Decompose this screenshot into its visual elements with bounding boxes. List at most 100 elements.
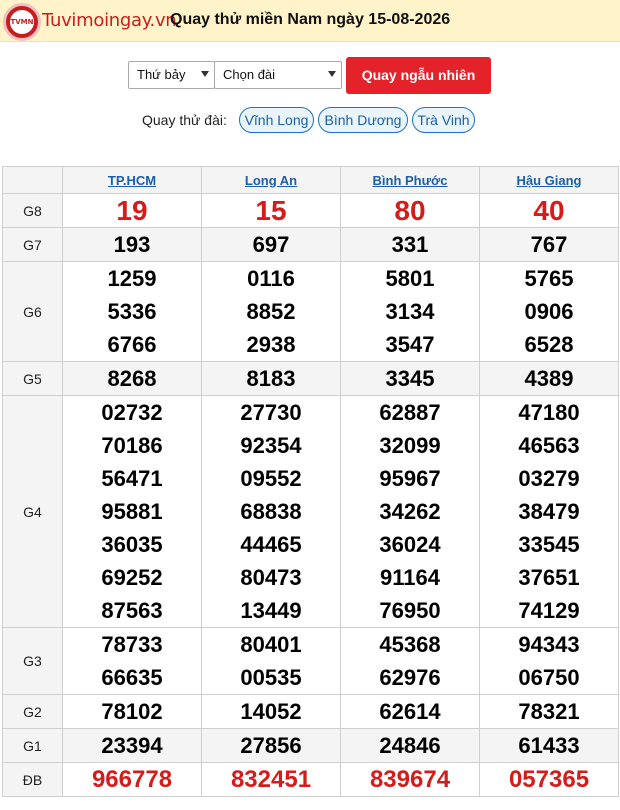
result-number: 057365 — [508, 766, 590, 793]
result-cell: 3345 — [340, 361, 480, 396]
result-number: 62887 — [379, 400, 441, 425]
result-number: 74129 — [518, 598, 580, 623]
station-select[interactable]: Chọn đài — [214, 61, 342, 89]
logo-text[interactable]: Tuvimoingay.vn — [42, 10, 177, 31]
result-number: 09552 — [240, 466, 302, 491]
result-number: 24846 — [379, 733, 441, 758]
result-number: 23394 — [101, 733, 163, 758]
result-number: 8183 — [246, 366, 296, 391]
result-number: 6766 — [107, 332, 157, 357]
table-row: G7 193 697 331 767 — [2, 227, 619, 262]
result-number: 36024 — [379, 532, 441, 557]
result-number: 32099 — [379, 433, 441, 458]
result-number: 06750 — [518, 665, 580, 690]
table-row: G1 23394 27856 24846 61433 — [2, 728, 619, 763]
column-header: Hậu Giang — [479, 166, 619, 194]
result-cell: 02732 70186 56471 95881 36035 69252 87563 — [62, 395, 202, 628]
result-number: 47180 — [518, 400, 580, 425]
result-number: 80401 — [240, 632, 302, 657]
result-cell: 0116 8852 2938 — [201, 261, 341, 362]
result-number: 5801 — [385, 266, 435, 291]
result-number: 80 — [394, 195, 426, 226]
site-header: TVMN Tuvimoingay.vn Quay thử miền Nam ng… — [0, 0, 620, 42]
prize-label: ĐB — [2, 762, 63, 797]
result-number: 13449 — [240, 598, 302, 623]
prize-label: G1 — [2, 728, 63, 763]
result-number: 56471 — [101, 466, 163, 491]
prize-label: G4 — [2, 395, 63, 628]
result-cell: 62887 32099 95967 34262 36024 91164 76950 — [340, 395, 480, 628]
table-row: G8 19 15 80 40 — [2, 193, 619, 228]
result-number: 19 — [116, 195, 148, 226]
result-number: 2938 — [246, 332, 296, 357]
result-cell: 24846 — [340, 728, 480, 763]
column-header: Bình Phước — [340, 166, 480, 194]
result-number: 4389 — [524, 366, 574, 391]
result-number: 40 — [533, 195, 565, 226]
result-number: 5336 — [107, 299, 157, 324]
result-cell: 27856 — [201, 728, 341, 763]
random-spin-button[interactable]: Quay ngẫu nhiên — [346, 57, 491, 94]
result-cell: 40 — [479, 193, 619, 228]
station-link[interactable]: TP.HCM — [108, 173, 156, 188]
result-cell: 23394 — [62, 728, 202, 763]
result-number: 27730 — [240, 400, 302, 425]
logo-icon[interactable]: TVMN — [3, 3, 41, 41]
result-number: 8268 — [107, 366, 157, 391]
controls-bar: Thứ bảy Chọn đài Quay ngẫu nhiên — [0, 57, 620, 94]
station-chip[interactable]: Vĩnh Long — [239, 107, 314, 133]
table-row: G4 02732 70186 56471 95881 36035 69252 87563 277… — [2, 395, 619, 628]
table-row: G3 78733 66635 80401 00535 45368 62976 94343 067… — [2, 627, 619, 695]
result-cell: 966778 — [62, 762, 202, 797]
result-number: 839674 — [369, 766, 451, 793]
prize-label: G6 — [2, 261, 63, 362]
result-cell: 4389 — [479, 361, 619, 396]
station-link[interactable]: Bình Phước — [373, 173, 448, 188]
result-number: 3345 — [385, 366, 435, 391]
header-corner — [2, 166, 63, 194]
station-chip[interactable]: Trà Vinh — [412, 107, 475, 133]
result-number: 966778 — [91, 766, 173, 793]
result-number: 3134 — [385, 299, 435, 324]
result-number: 832451 — [230, 766, 312, 793]
column-header: TP.HCM — [62, 166, 202, 194]
result-cell: 057365 — [479, 762, 619, 797]
result-number: 92354 — [240, 433, 302, 458]
day-select[interactable]: Thứ bảy — [128, 61, 215, 89]
station-chips: Quay thử đài: Vĩnh Long Bình Dương Trà V… — [0, 107, 620, 133]
result-number: 62614 — [379, 699, 441, 724]
result-cell: 5801 3134 3547 — [340, 261, 480, 362]
logo-badge: TVMN — [10, 10, 34, 34]
result-number: 62976 — [379, 665, 441, 690]
result-cell: 832451 — [201, 762, 341, 797]
result-number: 03279 — [518, 466, 580, 491]
result-cell: 8268 — [62, 361, 202, 396]
prize-label: G3 — [2, 627, 63, 695]
result-number: 94343 — [518, 632, 580, 657]
prize-label: G7 — [2, 227, 63, 262]
station-link[interactable]: Long An — [245, 173, 297, 188]
page-title: Quay thử miền Nam ngày 15-08-2026 — [170, 11, 451, 28]
result-number: 331 — [391, 232, 429, 257]
result-cell: 5765 0906 6528 — [479, 261, 619, 362]
result-cell: 80 — [340, 193, 480, 228]
result-number: 14052 — [240, 699, 302, 724]
result-number: 38479 — [518, 499, 580, 524]
result-number: 8852 — [246, 299, 296, 324]
result-cell: 331 — [340, 227, 480, 262]
result-number: 69252 — [101, 565, 163, 590]
result-number: 95967 — [379, 466, 441, 491]
result-cell: 78733 66635 — [62, 627, 202, 695]
result-cell: 19 — [62, 193, 202, 228]
result-number: 02732 — [101, 400, 163, 425]
result-cell: 61433 — [479, 728, 619, 763]
station-link[interactable]: Hậu Giang — [516, 173, 581, 188]
result-number: 3547 — [385, 332, 435, 357]
result-number: 95881 — [101, 499, 163, 524]
prize-label: G5 — [2, 361, 63, 396]
station-chip[interactable]: Bình Dương — [318, 107, 408, 133]
result-number: 70186 — [101, 433, 163, 458]
table-row: G2 78102 14052 62614 78321 — [2, 694, 619, 729]
result-number: 61433 — [518, 733, 580, 758]
result-cell: 45368 62976 — [340, 627, 480, 695]
